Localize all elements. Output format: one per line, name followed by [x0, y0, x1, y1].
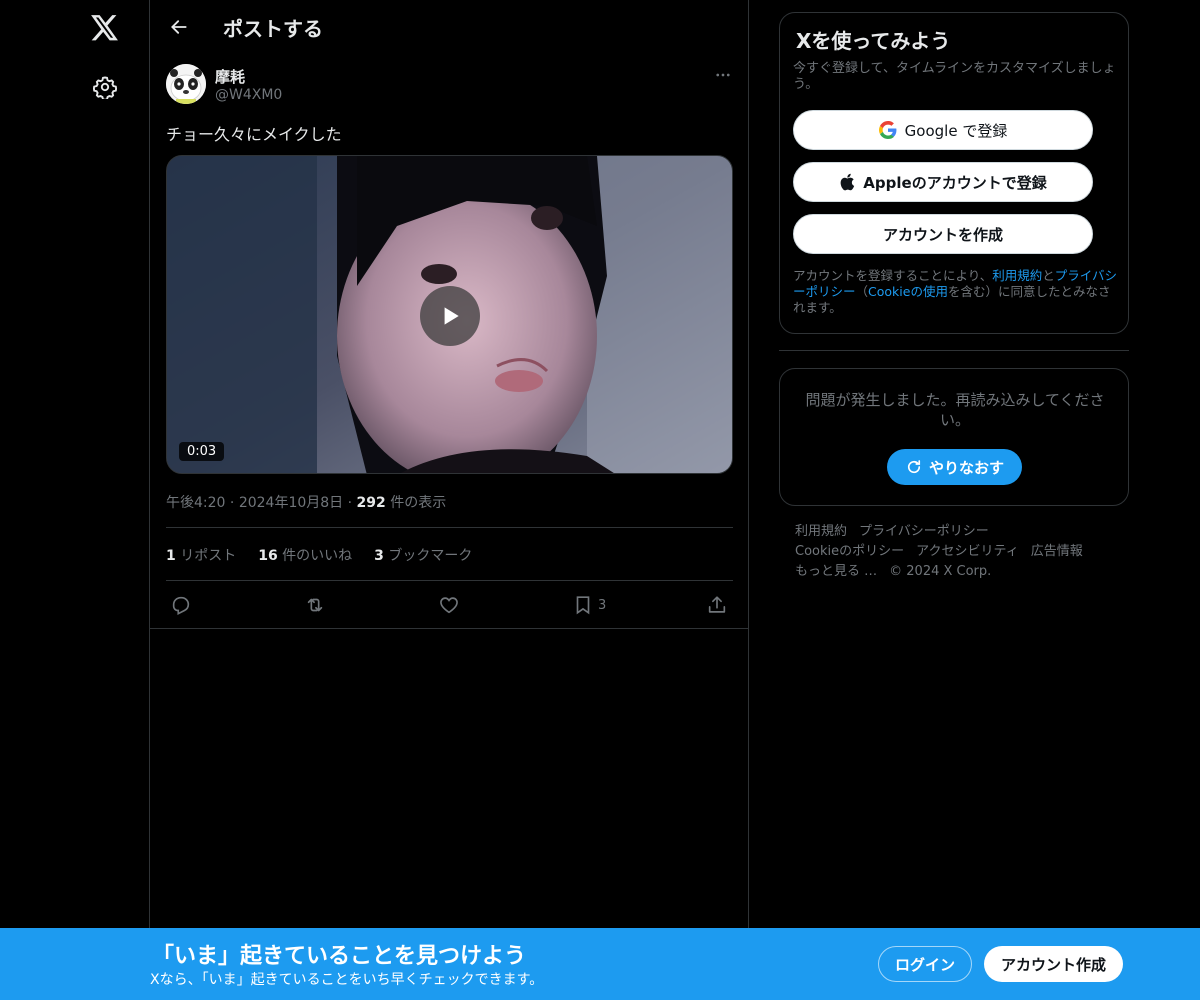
- google-icon: [878, 121, 897, 139]
- footer-copyright: © 2024 X Corp.: [889, 564, 992, 579]
- post-time[interactable]: 午後4:20: [166, 495, 225, 511]
- post-date[interactable]: 2024年10月8日: [239, 495, 343, 511]
- bookmarks-count: 3: [374, 548, 384, 564]
- bookmarks-label: ブックマーク: [388, 548, 473, 564]
- repost-icon[interactable]: [304, 592, 326, 618]
- retry-label: やりなおす: [928, 458, 1004, 477]
- views-label: 件の表示: [390, 495, 447, 511]
- footer-link-more[interactable]: もっと見る …: [795, 564, 877, 579]
- arrow-left-icon[interactable]: [164, 12, 194, 42]
- gear-icon[interactable]: [91, 73, 119, 101]
- play-icon[interactable]: [420, 286, 480, 346]
- footer-link-ads[interactable]: 広告情報: [1031, 544, 1083, 559]
- signup-title: Xを使ってみよう: [796, 29, 951, 53]
- divider: [150, 628, 748, 629]
- divider: [779, 350, 1129, 351]
- signup-subtitle: 今すぐ登録して、タイムラインをカスタマイズしましょう。: [793, 61, 1116, 92]
- footer-links: 利用規約 プライバシーポリシー Cookieのポリシー アクセシビリティ 広告情報 も…: [795, 522, 1115, 582]
- legal-and: と: [1042, 268, 1055, 283]
- likes-count: 16: [258, 548, 278, 564]
- cookie-link[interactable]: Cookieの使用: [868, 284, 948, 299]
- video-duration: 0:03: [179, 442, 225, 461]
- footer-link-terms[interactable]: 利用規約: [795, 524, 847, 539]
- terms-link[interactable]: 利用規約: [992, 268, 1042, 283]
- more-options-icon[interactable]: [712, 64, 734, 86]
- likes-label: 件のいいね: [282, 548, 353, 564]
- legal-notice: アカウントを登録することにより、利用規約とプライバシーポリシー（Cookieの使…: [793, 268, 1118, 316]
- video-player[interactable]: 0:03: [166, 155, 733, 474]
- bookmarks-stat[interactable]: 3 ブックマーク: [374, 545, 472, 565]
- footer-link-privacy[interactable]: プライバシーポリシー: [859, 524, 989, 539]
- error-message: 問題が発生しました。再読み込みしてください。: [805, 391, 1105, 429]
- banner-title: 「いま」起きていることを見つけよう: [152, 944, 527, 969]
- meta-separator: ·: [229, 495, 235, 511]
- page-header: ポストする: [150, 0, 748, 54]
- bookmark-icon: [572, 594, 594, 616]
- apple-signup-button[interactable]: Appleのアカウントで登録: [793, 162, 1093, 202]
- main-column: ポストする 摩耗 @W4XM0 チョー久々にメイクした 0:03 午後4:20 …: [149, 0, 749, 1000]
- reposts-stat[interactable]: 1 リポスト: [166, 545, 236, 565]
- signup-button[interactable]: アカウント作成: [984, 946, 1123, 982]
- post-text: チョー久々にメイクした: [166, 125, 342, 144]
- reply-icon[interactable]: [170, 592, 192, 618]
- like-icon[interactable]: [438, 592, 460, 618]
- signup-banner: 「いま」起きていることを見つけよう Xなら、「いま」起きていることをいち早くチェ…: [0, 928, 1200, 1000]
- google-signup-button[interactable]: Google で登録: [793, 110, 1093, 150]
- post-actions: 3: [170, 592, 730, 618]
- likes-stat[interactable]: 16 件のいいね: [258, 545, 352, 565]
- reposts-count: 1: [166, 548, 176, 564]
- error-card: 問題が発生しました。再読み込みしてください。 やりなおす: [779, 368, 1129, 506]
- page-title: ポストする: [223, 17, 323, 41]
- apple-icon: [839, 173, 855, 191]
- refresh-icon: [905, 458, 923, 476]
- legal-prefix: アカウントを登録することにより、: [793, 268, 993, 283]
- divider: [166, 527, 733, 528]
- author-handle[interactable]: @W4XM0: [215, 87, 282, 103]
- share-icon[interactable]: [706, 592, 728, 618]
- google-signup-label: Google で登録: [904, 121, 1008, 140]
- left-nav: [0, 0, 150, 1000]
- post-stats: 1 リポスト 16 件のいいね 3 ブックマーク: [166, 545, 472, 565]
- footer-link-accessibility[interactable]: アクセシビリティ: [916, 544, 1019, 559]
- views-count: 292: [356, 495, 386, 511]
- create-account-label: アカウントを作成: [882, 225, 1003, 244]
- divider: [166, 580, 733, 581]
- avatar[interactable]: [166, 64, 206, 104]
- create-account-button[interactable]: アカウントを作成: [793, 214, 1093, 254]
- legal-paren: （: [855, 284, 869, 299]
- reposts-label: リポスト: [180, 548, 237, 564]
- meta-separator: ·: [347, 495, 353, 511]
- post-metadata: 午後4:20 · 2024年10月8日 · 292 件の表示: [166, 492, 446, 512]
- signup-card: Xを使ってみよう 今すぐ登録して、タイムラインをカスタマイズしましょう。 Goo…: [779, 12, 1129, 334]
- apple-signup-label: Appleのアカウントで登録: [863, 173, 1047, 192]
- retry-button[interactable]: やりなおす: [887, 449, 1022, 485]
- post-author: 摩耗 @W4XM0: [166, 64, 734, 108]
- x-logo-icon[interactable]: [89, 12, 121, 44]
- bookmark-action-count: 3: [598, 597, 607, 613]
- login-button[interactable]: ログイン: [878, 946, 972, 982]
- banner-subtitle: Xなら、「いま」起きていることをいち早くチェックできます。: [150, 972, 544, 988]
- footer-link-cookie[interactable]: Cookieのポリシー: [795, 544, 904, 559]
- bookmark-button[interactable]: 3: [572, 592, 606, 618]
- author-name[interactable]: 摩耗: [215, 66, 245, 87]
